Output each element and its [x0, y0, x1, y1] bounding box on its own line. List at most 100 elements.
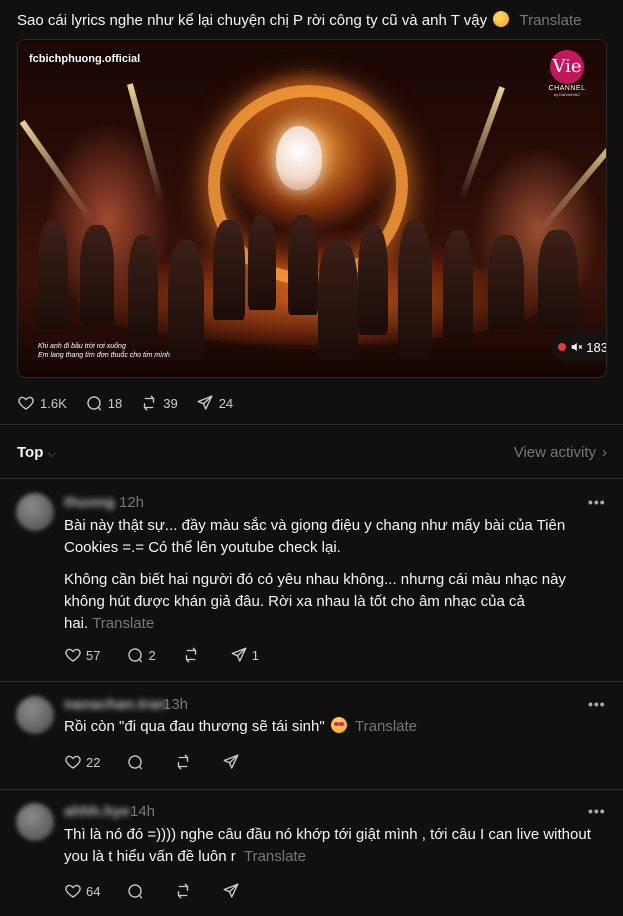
repost-icon — [185, 647, 196, 663]
divider — [0, 424, 623, 425]
avatar[interactable] — [16, 803, 54, 841]
like-count: 1.6K — [40, 395, 67, 411]
comment-body: Rồi còn "đi qua đau thương sẽ tái sinh" … — [64, 716, 584, 738]
comment-username[interactable]: ahhh.hye — [64, 803, 130, 820]
share-count: 1 — [251, 647, 259, 663]
heart-icon — [65, 755, 81, 769]
robed-dancer — [318, 240, 358, 360]
robed-dancer — [398, 220, 432, 360]
comment-translate-link[interactable]: Translate — [355, 718, 417, 735]
post-translate-link[interactable]: Translate — [519, 12, 581, 29]
repost-count: 39 — [163, 395, 178, 411]
like-count: 64 — [86, 883, 101, 899]
robed-dancer — [488, 235, 524, 330]
sort-dropdown[interactable]: Top ⌵ — [17, 444, 56, 461]
repost-icon — [144, 395, 155, 411]
comment-item: ahhh.hye 14h ••• Thì là nó đó =)))) nghe… — [0, 789, 623, 916]
like-button[interactable]: 1.6K — [17, 394, 67, 412]
heart-icon — [65, 884, 81, 898]
comment-text: Rồi còn "đi qua đau thương sẽ tái sinh" — [64, 718, 325, 735]
share-count: 24 — [218, 395, 234, 411]
comment-actions: 57 2 1 — [64, 644, 285, 666]
post-text: Sao cái lyrics nghe như kể lại chuyện ch… — [17, 11, 607, 31]
comment-bubble-icon — [128, 648, 143, 663]
chevron-right-icon: › — [602, 443, 607, 461]
heart-icon — [18, 396, 34, 410]
comment-time: 14h — [130, 803, 156, 820]
comment-actions: 64 — [64, 880, 270, 902]
send-icon — [224, 883, 239, 898]
send-icon — [197, 395, 213, 410]
reply-button[interactable] — [126, 753, 148, 771]
chevron-down-icon: ⌵ — [47, 447, 56, 460]
like-button[interactable]: 57 — [64, 646, 100, 664]
lyric-line: Khi anh đi bầu trời rơi xuống — [38, 343, 126, 350]
reply-button[interactable]: 2 — [126, 646, 156, 664]
shushing-face-emoji-icon — [493, 11, 510, 27]
comment-text: Thì là nó đó =)))) nghe câu đầu nó khớp … — [64, 826, 591, 865]
robed-dancer — [128, 235, 158, 345]
view-activity-link[interactable]: View activity › — [514, 444, 607, 461]
like-button[interactable]: 64 — [64, 882, 100, 900]
repost-button[interactable] — [174, 753, 196, 771]
comment-paragraph: Bài này thật sự... đầy màu sắc và giọng … — [64, 517, 566, 556]
repost-button[interactable] — [182, 646, 204, 664]
avatar[interactable] — [16, 493, 54, 531]
repost-icon — [178, 883, 189, 899]
robed-dancer — [358, 225, 388, 335]
robed-dancer — [538, 230, 578, 330]
vie-channel-logo: Vie CHANNEL by DatVietVAC — [538, 50, 596, 98]
comment-body: Bài này thật sự... đầy màu sắc và giọng … — [64, 515, 584, 645]
comment-time: 13h — [163, 696, 189, 713]
comment-username[interactable]: nanachan.tran — [64, 696, 167, 713]
lyric-line: Em lang thang tìm đơn thuốc cho tim mình — [38, 352, 170, 359]
post-stats: 1.6K 18 39 24 — [17, 392, 251, 414]
robed-dancer — [288, 215, 318, 315]
repost-button[interactable] — [174, 882, 196, 900]
replies-sort-row: Top ⌵ View activity › — [17, 441, 607, 463]
comment-bubble-icon — [128, 884, 143, 899]
reply-count: 2 — [148, 647, 156, 663]
repost-button[interactable]: 39 — [140, 394, 178, 412]
share-button[interactable] — [222, 753, 244, 771]
heart-eyes-emoji-icon — [330, 717, 347, 733]
send-icon — [224, 754, 239, 769]
robed-dancer — [38, 220, 68, 330]
share-button[interactable]: 1 — [230, 646, 259, 664]
comment-item: thuong 12h ••• Bài này thật sự... đầy mà… — [0, 478, 623, 681]
comment-actions: 22 — [64, 751, 270, 773]
heart-icon — [65, 648, 81, 662]
comment-translate-link[interactable]: Translate — [244, 848, 306, 865]
comment-button[interactable]: 18 — [85, 394, 122, 412]
share-button[interactable] — [222, 882, 244, 900]
more-options-button[interactable]: ••• — [588, 803, 606, 819]
robed-dancer — [248, 215, 276, 310]
mute-toggle-button[interactable]: 183 — [552, 332, 606, 362]
post-body: Sao cái lyrics nghe như kể lại chuyện ch… — [17, 12, 488, 29]
comment-time: 12h — [119, 494, 145, 511]
more-options-button[interactable]: ••• — [588, 494, 606, 510]
recording-dot-icon — [558, 343, 566, 351]
stage-light-beam — [19, 119, 94, 222]
like-button[interactable]: 22 — [64, 753, 100, 771]
video-channel-tag: fcbichphuong.official — [29, 53, 141, 65]
avatar[interactable] — [16, 696, 54, 734]
stage-light-beam — [127, 83, 164, 201]
stage-light-beam — [538, 136, 606, 232]
robed-dancer — [168, 240, 204, 360]
post-video[interactable]: fcbichphuong.official Vie CHANNEL by Dat… — [17, 39, 607, 378]
stage-light-beam — [458, 86, 505, 202]
robed-dancer — [443, 230, 473, 340]
comment-bubble-icon — [87, 396, 101, 411]
video-lyrics: Khi anh đi bầu trời rơi xuống Em lang th… — [38, 342, 170, 360]
comment-translate-link[interactable]: Translate — [92, 615, 154, 632]
like-count: 57 — [86, 647, 101, 663]
stage-egg — [276, 126, 322, 190]
more-options-button[interactable]: ••• — [588, 696, 606, 712]
send-icon — [231, 647, 247, 662]
share-button[interactable]: 24 — [196, 394, 233, 412]
comment-username[interactable]: thuong — [64, 494, 115, 511]
reply-button[interactable] — [126, 882, 148, 900]
robed-dancer — [213, 220, 245, 320]
comment-item: nanachan.tran 13h ••• Rồi còn "đi qua đa… — [0, 681, 623, 789]
